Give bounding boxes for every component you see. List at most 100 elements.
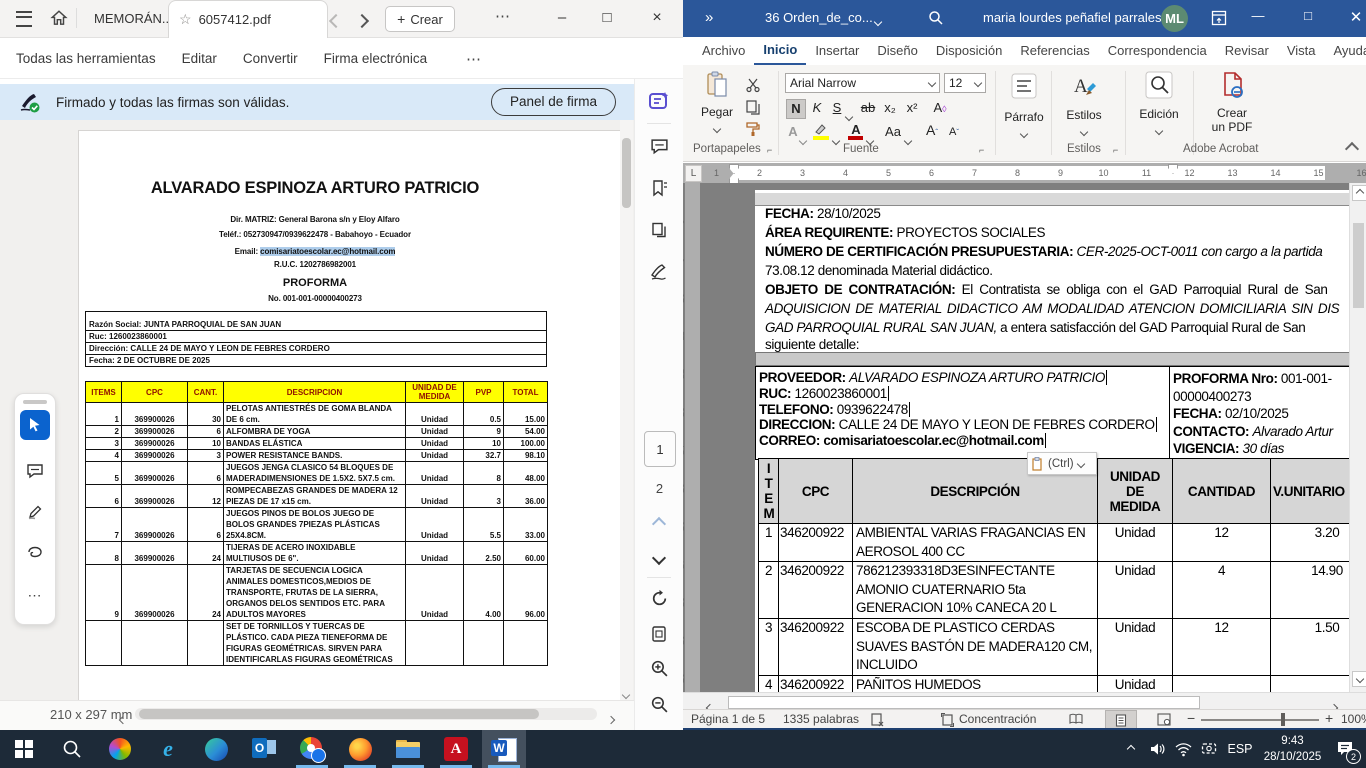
rotate-page-button[interactable] (646, 585, 672, 611)
taskbar-copilot-button[interactable] (98, 730, 142, 768)
cut-icon[interactable] (745, 77, 761, 93)
close-button[interactable]: × (644, 6, 670, 30)
tab-correspondencia[interactable]: Correspondencia (1099, 38, 1216, 64)
account-user-name[interactable]: maria lourdes peñafiel parrales (983, 10, 1161, 25)
minimize-button[interactable]: – (549, 6, 575, 30)
underline-button[interactable]: S (828, 99, 846, 117)
tray-wifi-icon[interactable] (1170, 730, 1196, 768)
selected-email-text[interactable]: comisariatoescolar.ec@hotmail.com (260, 247, 395, 256)
scroll-down-button[interactable] (1352, 671, 1366, 687)
highlight-dropdown-icon[interactable] (833, 131, 839, 149)
comments-panel-button[interactable] (646, 133, 672, 159)
font-size-combobox[interactable]: 12 (944, 73, 986, 93)
focus-mode-label[interactable]: Concentración (959, 712, 1036, 726)
tab-revisar[interactable]: Revisar (1216, 38, 1278, 64)
highlight-button[interactable] (813, 123, 831, 141)
language-indicator[interactable]: ESP (1222, 730, 1258, 768)
home-icon[interactable] (50, 9, 68, 27)
maximize-button[interactable]: □ (594, 6, 620, 30)
zoom-out-control[interactable]: − (1187, 710, 1195, 726)
drag-handle[interactable] (23, 400, 47, 404)
create-pdf-button[interactable]: Crear un PDF (1203, 71, 1261, 134)
word-count-label[interactable]: 1335 palabras (783, 712, 859, 726)
paragraph-button[interactable]: Párrafo (1003, 73, 1045, 142)
create-button[interactable]: +Crear (385, 6, 455, 32)
page-thumbnail-current[interactable]: 1 (644, 431, 676, 467)
taskbar-word-button[interactable]: W (482, 730, 526, 768)
scroll-left-icon[interactable] (120, 710, 126, 728)
close-button[interactable]: ✕ (1343, 8, 1366, 26)
pdf-hscroll-thumb[interactable] (139, 709, 539, 719)
tray-volume-icon[interactable] (1144, 730, 1170, 768)
fit-page-button[interactable] (646, 621, 672, 647)
zoom-in-control[interactable]: + (1325, 710, 1333, 726)
more-tools-button[interactable]: ⋯ (20, 580, 50, 610)
text-effects-dropdown-icon[interactable] (800, 131, 806, 149)
menu-item[interactable]: Editar (182, 51, 217, 66)
format-painter-icon[interactable] (745, 121, 761, 137)
font-dialog-launcher-icon[interactable]: ⌐ (979, 145, 984, 155)
zoom-in-button[interactable] (646, 655, 672, 681)
bold-button[interactable]: N (786, 99, 806, 119)
tab-diseno[interactable]: Diseño (868, 38, 926, 64)
notification-center-button[interactable]: 2 (1330, 730, 1362, 768)
word-horizontal-scrollbar[interactable] (683, 692, 1366, 710)
avatar[interactable]: ML (1161, 5, 1188, 32)
tab-inicio[interactable]: Inicio (754, 37, 806, 66)
subscript-button[interactable]: x₂ (881, 99, 899, 117)
styles-button[interactable]: A Estilos (1061, 73, 1107, 140)
zoom-slider-track[interactable] (1201, 719, 1319, 721)
draw-tool-button[interactable] (20, 538, 50, 568)
taskbar-explorer-button[interactable] (386, 730, 430, 768)
tab-referencias[interactable]: Referencias (1011, 38, 1098, 64)
star-icon[interactable]: ☆ (179, 11, 192, 28)
italic-button[interactable]: K (808, 99, 826, 117)
select-tool-button[interactable] (20, 410, 50, 440)
grow-font-button[interactable]: Aˆ (923, 121, 941, 139)
tray-show-hidden-icons[interactable] (1118, 730, 1144, 768)
comment-tool-button[interactable] (20, 456, 50, 486)
document-title[interactable]: 36 Orden_de_co... (765, 10, 873, 25)
signature-panel-button[interactable]: Panel de firma (491, 88, 616, 116)
clock[interactable]: 9:43 28/10/2025 (1255, 733, 1330, 765)
font-color-button[interactable]: A (847, 121, 865, 141)
vertical-ruler[interactable]: 891011121314151617181920 (685, 183, 700, 692)
menubar-more-icon[interactable]: ⋯ (466, 50, 481, 68)
taskbar-firefox-button[interactable] (338, 730, 382, 768)
tab-archivo[interactable]: Archivo (693, 38, 754, 64)
pdf-vertical-scrollbar[interactable] (620, 120, 633, 700)
tab-ayuda[interactable]: Ayuda (1324, 38, 1366, 64)
zoom-slider-thumb[interactable] (1281, 713, 1285, 726)
menu-item[interactable]: Firma electrónica (324, 51, 428, 66)
word-vscroll-thumb[interactable] (1353, 223, 1364, 308)
tab-active-pdf[interactable]: ☆ 6057412.pdf (168, 0, 328, 38)
minimize-button[interactable]: — (1245, 8, 1271, 23)
paste-options-button[interactable]: (Ctrl) (1027, 452, 1097, 475)
more-options-icon[interactable]: ⋯ (495, 7, 511, 25)
shrink-font-button[interactable]: Aˇ (945, 123, 963, 141)
start-button[interactable] (2, 730, 46, 768)
collapse-ribbon-icon[interactable] (1347, 141, 1357, 159)
styles-dialog-launcher-icon[interactable]: ⌐ (1113, 145, 1118, 155)
font-name-combobox[interactable]: Arial Narrow (785, 73, 940, 93)
previous-page-button[interactable] (646, 511, 672, 537)
focus-mode-icon[interactable] (941, 713, 954, 727)
editing-button[interactable]: Edición (1135, 71, 1183, 139)
word-vertical-scrollbar[interactable] (1349, 183, 1366, 692)
paste-button[interactable]: Pegar (695, 71, 739, 137)
zoom-level-label[interactable]: 100% (1341, 712, 1366, 726)
title-dropdown-icon[interactable] (875, 13, 881, 28)
tab-disposicion[interactable]: Disposición (927, 38, 1011, 64)
word-hscroll-thumb[interactable] (728, 696, 1200, 709)
taskbar-outlook-button[interactable]: O (242, 730, 286, 768)
read-mode-button[interactable] (1061, 710, 1091, 728)
taskbar-search-button[interactable] (50, 730, 94, 768)
word-page[interactable]: FECHA: 28/10/2025 ÁREA REQUIRENTE: PROYE… (755, 190, 1351, 692)
sign-panel-button[interactable] (646, 259, 672, 285)
strikethrough-button[interactable]: ab (859, 99, 877, 117)
web-layout-button[interactable] (1149, 710, 1179, 728)
tab-memorandum[interactable]: MEMORÁN... (86, 0, 181, 37)
pencil-tool-button[interactable] (20, 497, 50, 527)
tab-forward-icon[interactable] (357, 13, 367, 31)
tab-insertar[interactable]: Insertar (806, 38, 868, 64)
